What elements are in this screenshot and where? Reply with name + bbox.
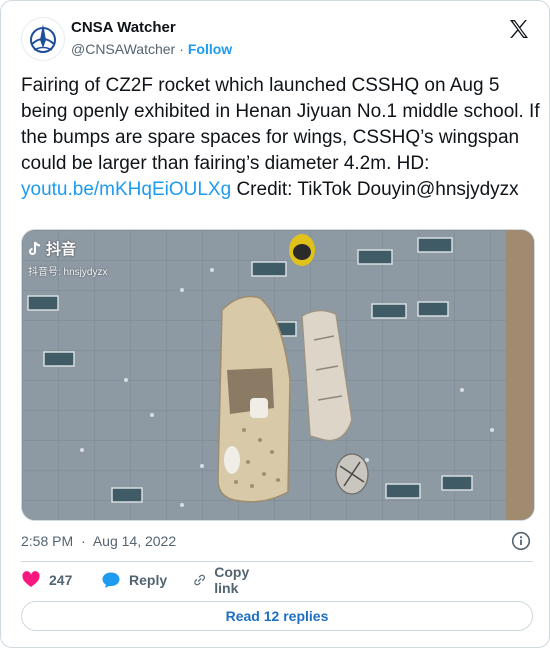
douyin-id: 抖音号: hnsjydyzx xyxy=(28,267,108,278)
divider xyxy=(21,561,533,562)
copy-link-button[interactable]: Copy link xyxy=(193,564,256,596)
douyin-brand: 抖音 xyxy=(28,238,107,259)
like-button[interactable]: 247 xyxy=(21,567,72,593)
tweet-header: CNSA Watcher @CNSAWatcher · Follow xyxy=(21,15,535,63)
reply-bubble-icon xyxy=(102,572,120,588)
tweet-time: 2:58 PM xyxy=(21,533,74,549)
tweet-text: Fairing of CZ2F rocket which launched CS… xyxy=(21,73,541,203)
tweet-card: CNSA Watcher @CNSAWatcher · Follow Fairing… xyxy=(0,0,550,648)
author-avatar[interactable] xyxy=(21,17,65,61)
cnsa-logo-avatar xyxy=(23,19,63,59)
like-count: 247 xyxy=(49,572,73,588)
tweet-link[interactable]: youtu.be/mKHqEiOULXg xyxy=(21,179,231,200)
author-subline: @CNSAWatcher · Follow xyxy=(71,41,232,58)
author-handle[interactable]: @CNSAWatcher xyxy=(71,41,175,57)
author-display-name[interactable]: CNSA Watcher xyxy=(71,19,232,37)
link-icon xyxy=(194,574,205,586)
heart-icon xyxy=(22,571,40,587)
reply-label: Reply xyxy=(129,572,168,588)
reply-button[interactable]: Reply xyxy=(101,567,167,593)
douyin-watermark: 抖音 抖音号: hnsjydyzx xyxy=(28,238,107,278)
tweet-timestamp[interactable]: 2:58 PM · Aug 14, 2022 xyxy=(21,531,533,551)
douyin-logo-icon xyxy=(29,241,41,255)
info-icon[interactable] xyxy=(511,531,531,551)
tweet-date: Aug 14, 2022 xyxy=(92,533,177,549)
read-replies-button[interactable]: Read 12 replies xyxy=(21,601,533,631)
tweet-media-image[interactable]: 抖音 抖音号: hnsjydyzx xyxy=(21,229,535,521)
tweet-text-body: Fairing of CZ2F rocket which launched CS… xyxy=(21,75,540,174)
x-logo-icon[interactable] xyxy=(507,17,531,41)
tweet-text-credit: Credit: TikTok Douyin@hnsjydyzx xyxy=(231,179,519,200)
follow-button[interactable]: Follow xyxy=(188,41,232,57)
douyin-brand-text: 抖音 xyxy=(46,241,77,258)
timestamp-separator: · xyxy=(81,533,86,549)
author-names: CNSA Watcher @CNSAWatcher · Follow xyxy=(71,19,232,58)
subline-separator: · xyxy=(179,41,184,57)
copy-link-label: Copy link xyxy=(214,564,250,596)
